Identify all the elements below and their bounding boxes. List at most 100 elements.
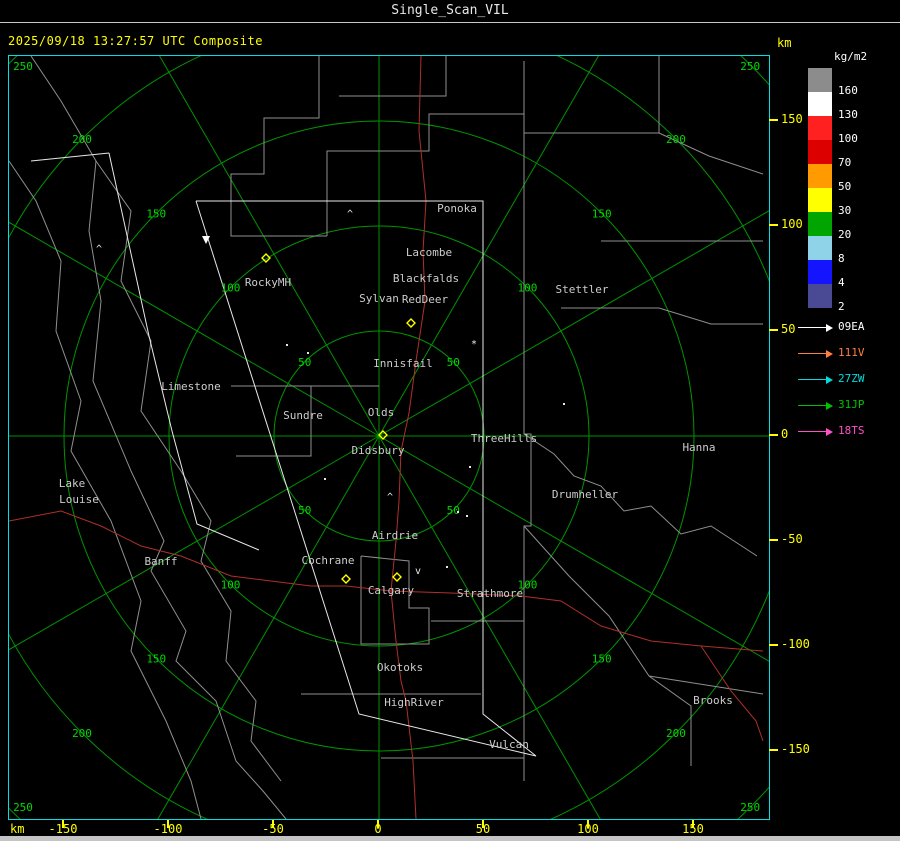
- county-boundary: [523, 61, 532, 781]
- map-frame: 50 50 50 50 100 100 100 100 150 150 150 150 200 200 20…: [8, 55, 770, 820]
- county-boundary: [561, 307, 763, 325]
- city-label: Brooks: [693, 694, 733, 707]
- point-marker: *: [471, 339, 477, 350]
- right-axis-tick: [769, 749, 778, 751]
- radar-coverage-outline: [30, 152, 110, 162]
- range-ring-label: 250: [13, 60, 33, 73]
- city-label: Didsbury: [352, 444, 405, 457]
- city-label: Sylvan: [359, 292, 399, 305]
- right-axis-tick-label: 50: [781, 322, 796, 336]
- colorbar-value: 30: [838, 204, 852, 217]
- colorbar-swatch: [808, 188, 832, 212]
- county-boundary: [230, 56, 327, 237]
- point-marker: ^: [96, 244, 102, 255]
- radar-site-marker: [392, 572, 402, 582]
- radar-site-marker: [406, 318, 416, 328]
- range-ring-label: 50: [447, 356, 460, 369]
- range-ring-label: 150: [592, 653, 612, 666]
- range-ring-label: 50: [298, 356, 311, 369]
- right-axis-tick: [769, 329, 778, 331]
- colorbar-swatch: [808, 68, 832, 92]
- range-ring-label: 150: [146, 207, 166, 220]
- colorbar-value: 8: [838, 252, 845, 265]
- site-legend-arrow-head: [826, 376, 833, 384]
- right-axis-tick: [769, 434, 778, 436]
- point-marker: [457, 511, 459, 513]
- bottom-axis-tick-label: 150: [682, 822, 704, 836]
- site-legend-arrow-head: [826, 324, 833, 332]
- scan-timestamp: 2025/09/18 13:27:57 UTC Composite: [8, 34, 263, 48]
- point-marker: [469, 466, 471, 468]
- azimuth-line: [159, 56, 380, 437]
- right-axis-unit-label: km: [777, 36, 792, 50]
- point-marker: ^: [387, 492, 393, 503]
- site-legend-arrow-head: [826, 350, 833, 358]
- city-label: Vulcan: [489, 738, 529, 751]
- site-legend-arrow: [798, 431, 826, 432]
- azimuth-line: [378, 210, 769, 437]
- colorbar-value: 50: [838, 180, 852, 193]
- colorbar-value: 70: [838, 156, 852, 169]
- city-label: Hanna: [682, 441, 715, 454]
- county-boundary: [339, 56, 447, 97]
- site-id-label: 27ZW: [838, 372, 865, 385]
- city-label: Airdrie: [372, 529, 418, 542]
- city-label: Sundre: [283, 409, 323, 422]
- range-ring-label: 100: [221, 282, 241, 295]
- colorbar-swatch: [808, 164, 832, 188]
- radar-map-canvas[interactable]: 50 5050 50100 100100 100150 150150 150200 20020…: [9, 56, 769, 819]
- radar-coverage-outline: [108, 152, 260, 551]
- point-marker: [446, 566, 448, 568]
- city-label: Drumheller: [552, 488, 619, 501]
- city-label: Lacombe: [406, 246, 452, 259]
- right-axis-tick: [769, 119, 778, 121]
- city-label: Limestone: [161, 380, 221, 393]
- colorbar-swatch: [808, 284, 832, 308]
- point-marker: [286, 344, 288, 346]
- right-axis-tick-label: -100: [781, 637, 810, 651]
- colorbar-value: 4: [838, 276, 845, 289]
- city-label: Banff: [144, 555, 177, 568]
- point-marker: v: [415, 566, 421, 577]
- range-ring-label: 200: [72, 727, 92, 740]
- colorbar-swatch: [808, 116, 832, 140]
- right-axis-tick: [769, 644, 778, 646]
- county-boundary: [648, 675, 764, 695]
- point-marker: [307, 352, 309, 354]
- point-marker: [324, 478, 326, 480]
- right-axis-tick-label: 150: [781, 112, 803, 126]
- county-boundary: [9, 160, 202, 819]
- title-separator: [0, 22, 900, 23]
- colorbar-value: 20: [838, 228, 852, 241]
- bottom-axis-tick-label: 50: [475, 822, 491, 836]
- colorbar-unit-label: kg/m2: [834, 50, 868, 63]
- county-boundary: [95, 160, 282, 782]
- right-axis-tick-label: 100: [781, 217, 803, 231]
- bottom-axis-tick-label: -150: [48, 822, 78, 836]
- city-label: Olds: [368, 406, 395, 419]
- bottom-axis-unit-label: km: [10, 822, 25, 836]
- site-legend-arrow: [798, 379, 826, 380]
- city-label: Lake: [59, 477, 86, 490]
- city-label: Innisfail: [373, 357, 433, 370]
- range-ring-label: 150: [592, 207, 612, 220]
- range-ring-label: 200: [666, 727, 686, 740]
- range-ring-label: 100: [518, 282, 538, 295]
- county-boundary: [326, 113, 524, 236]
- city-label: Ponoka: [437, 202, 477, 215]
- city-label: Okotoks: [377, 661, 423, 674]
- right-axis-tick-label: 0: [781, 427, 789, 441]
- range-ring-label: 200: [666, 133, 686, 146]
- site-id-label: 111V: [838, 346, 865, 359]
- site-id-label: 18TS: [838, 424, 865, 437]
- colorbar-swatch: [808, 212, 832, 236]
- right-axis-tick-label: -150: [781, 742, 810, 756]
- city-label: Cochrane: [302, 554, 355, 567]
- site-legend-arrow: [798, 405, 826, 406]
- right-axis-tick: [769, 224, 778, 226]
- highway-line: [9, 510, 392, 592]
- range-ring-label: 50: [298, 504, 311, 517]
- radar-app-window: Single_Scan_VIL 2025/09/18 13:27:57 UTC …: [0, 0, 900, 841]
- window-bottom-bar: [0, 836, 900, 841]
- bottom-axis-tick-label: 100: [577, 822, 599, 836]
